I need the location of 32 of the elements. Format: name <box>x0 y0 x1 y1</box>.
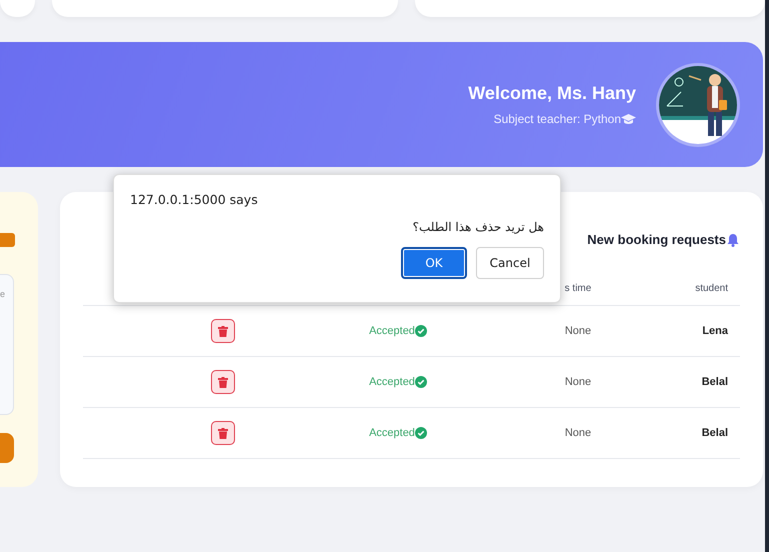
check-circle-icon <box>414 427 427 439</box>
table-cell: None <box>564 427 592 439</box>
text-field[interactable]: e <box>0 274 14 415</box>
graduation-cap-icon <box>621 114 636 124</box>
delete-button[interactable] <box>210 421 234 445</box>
section-title: New booking requests <box>587 232 726 247</box>
ok-button[interactable]: OK <box>401 247 467 279</box>
subject-label: Subject teacher: Python <box>494 112 621 126</box>
trash-icon <box>218 326 228 336</box>
table-cell: None <box>564 325 592 337</box>
dialog-title: 127.0.0.1:5000 says <box>130 192 259 207</box>
welcome-title: Welcome, Ms. Hany <box>468 83 636 104</box>
trash-icon <box>218 376 228 388</box>
delete-button[interactable] <box>210 319 234 343</box>
status-label: Accepted <box>369 376 415 388</box>
bell-icon <box>726 232 740 246</box>
cancel-button[interactable]: Cancel <box>476 247 544 279</box>
student-name: Belal <box>702 376 728 388</box>
status-label: Accepted <box>369 325 415 337</box>
check-circle-icon <box>414 325 427 337</box>
submit-button[interactable] <box>0 433 14 463</box>
column-header: s time <box>564 282 592 294</box>
column-header: student <box>695 282 728 294</box>
status-label: Accepted <box>369 427 415 439</box>
dialog-message: هل تريد حذف هذا الطلب؟ <box>412 220 544 234</box>
note-icon <box>0 233 15 247</box>
delete-button[interactable] <box>210 370 234 394</box>
table-cell: None <box>564 376 592 388</box>
student-name: Lena <box>702 325 728 337</box>
check-circle-icon <box>414 376 427 388</box>
student-name: Belal <box>702 427 728 439</box>
trash-icon <box>218 428 228 438</box>
